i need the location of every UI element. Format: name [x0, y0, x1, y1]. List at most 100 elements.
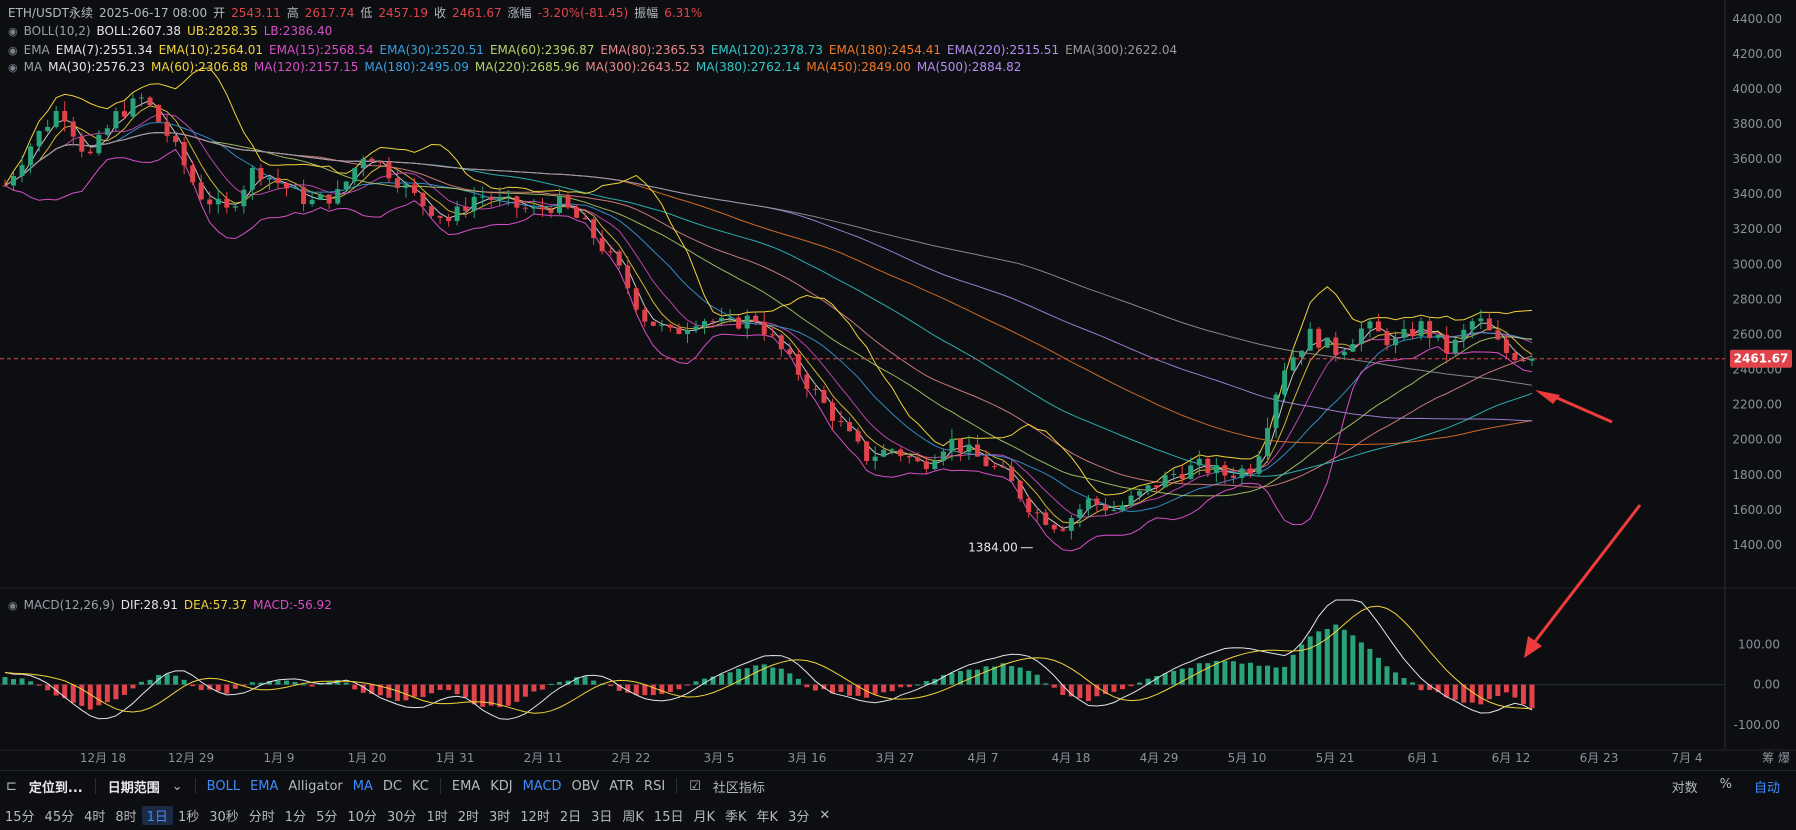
interval-1[interactable]: 45分 — [40, 806, 80, 825]
candle-body-90 — [770, 334, 776, 336]
interval-11[interactable]: 30分 — [382, 806, 422, 825]
interval-6[interactable]: 30秒 — [204, 806, 244, 825]
locate-button[interactable]: 定位到... — [23, 777, 89, 796]
change-label: 涨幅 — [507, 6, 532, 20]
candle-body-88 — [753, 315, 759, 322]
macd-bar-123 — [1051, 684, 1057, 688]
interval-23[interactable]: 3分 — [783, 806, 814, 825]
interval-14[interactable]: 3时 — [484, 806, 515, 825]
macd-bar-22 — [190, 684, 196, 687]
candle-body-89 — [761, 321, 767, 335]
ema-value-5: EMA(80):2365.53 — [600, 43, 705, 57]
macd-bar-126 — [1077, 684, 1083, 699]
interval-4[interactable]: 1日 — [141, 805, 173, 825]
macd-bar-150 — [1282, 666, 1288, 685]
interval-12[interactable]: 1时 — [421, 806, 452, 825]
interval-17[interactable]: 3日 — [586, 806, 617, 825]
log-scale-button[interactable]: 对数 — [1666, 777, 1704, 796]
interval-19[interactable]: 15日 — [649, 806, 689, 825]
eye-icon[interactable]: ◉ — [8, 599, 18, 612]
interval-10[interactable]: 10分 — [342, 806, 382, 825]
corner-label: 筹 爆 — [1762, 751, 1790, 765]
eye-icon[interactable]: ◉ — [8, 25, 18, 38]
interval-18[interactable]: 周K — [617, 806, 649, 825]
interval-15[interactable]: 12时 — [515, 806, 555, 825]
macd-bar-25 — [215, 684, 221, 691]
candle-body-84 — [719, 317, 725, 322]
interval-0[interactable]: 15分 — [0, 806, 40, 825]
ma-value-6: MA(380):2762.14 — [695, 60, 801, 74]
candle-body-44 — [377, 161, 383, 163]
macd-bar-20 — [173, 675, 179, 685]
community-indicators-button[interactable]: 社区指标 — [707, 777, 771, 796]
macd-bar-164 — [1401, 678, 1407, 685]
interval-8[interactable]: 1分 — [280, 806, 311, 825]
macd-bar-54 — [463, 684, 469, 698]
boll-lb: LB:2386.40 — [263, 24, 333, 38]
macd-bar-21 — [181, 679, 187, 685]
candle-body-3 — [28, 146, 34, 166]
macd-bar-62 — [531, 684, 537, 692]
macd-bar-64 — [548, 683, 554, 685]
candle-body-121 — [1034, 512, 1040, 514]
divider — [94, 778, 96, 794]
interval-20[interactable]: 月K — [688, 806, 720, 825]
candle-body-93 — [795, 354, 801, 375]
interval-22[interactable]: 年K — [752, 806, 784, 825]
sub-obv[interactable]: OBV — [567, 779, 605, 794]
ma-legend[interactable]: ◉ MA MA(30):2576.23 MA(60):2306.88 MA(120)… — [8, 60, 1021, 74]
interval-5[interactable]: 1秒 — [173, 806, 204, 825]
macd-bar-52 — [446, 684, 452, 691]
eye-icon[interactable]: ◉ — [8, 61, 18, 74]
sub-atr[interactable]: ATR — [604, 779, 639, 794]
macd-bar-85 — [727, 672, 733, 685]
overlay-alligator[interactable]: Alligator — [283, 779, 347, 794]
macd-bar-146 — [1247, 662, 1253, 685]
macd-bar-105 — [898, 684, 904, 688]
price-tick-5: 3400.00 — [1732, 187, 1782, 201]
close-icon[interactable]: ✕ — [814, 808, 835, 823]
chevron-down-icon[interactable]: ⌄ — [166, 779, 189, 794]
interval-7[interactable]: 分时 — [244, 806, 280, 825]
interval-2[interactable]: 4时 — [79, 806, 110, 825]
overlay-boll[interactable]: BOLL — [202, 779, 245, 794]
overlay-ma[interactable]: MA — [348, 779, 378, 794]
candle-body-100 — [855, 431, 861, 442]
ema-value-8: EMA(220):2515.51 — [947, 43, 1060, 57]
sub-kdj[interactable]: KDJ — [485, 779, 517, 794]
candle-body-82 — [702, 321, 708, 327]
sub-ema[interactable]: EMA — [447, 779, 485, 794]
candle-body-113 — [966, 444, 972, 453]
overlay-dc[interactable]: DC — [378, 779, 407, 794]
macd-legend[interactable]: ◉ MACD(12,26,9) DIF:28.91 DEA:57.37 MACD… — [8, 598, 332, 612]
overlay-ema[interactable]: EMA — [245, 779, 283, 794]
macd-bar-143 — [1222, 660, 1228, 685]
boll-legend[interactable]: ◉ BOLL(10,2) BOLL:2607.38 UB:2828.35 LB:… — [8, 24, 332, 38]
sub-rsi[interactable]: RSI — [639, 779, 670, 794]
date-range-button[interactable]: 日期范围 — [102, 777, 166, 796]
overlay-kc[interactable]: KC — [407, 779, 434, 794]
macd-bar-132 — [1128, 684, 1134, 687]
community-icon[interactable]: ☑ — [683, 779, 707, 794]
macd-bar-34 — [292, 681, 298, 685]
candle-body-71 — [608, 251, 614, 253]
candle-body-27 — [232, 206, 238, 208]
price-chart[interactable]: 4400.00 4200.00 4000.00 3800.00 3600.00 3400.… — [0, 0, 1796, 770]
macd-bar-121 — [1034, 674, 1040, 685]
sub-macd[interactable]: MACD — [518, 779, 567, 794]
interval-9[interactable]: 5分 — [311, 806, 342, 825]
ema-legend[interactable]: ◉ EMA EMA(7):2551.34 EMA(10):2564.01 EMA(1… — [8, 43, 1177, 57]
interval-13[interactable]: 2时 — [453, 806, 484, 825]
macd-bar-79 — [676, 684, 682, 690]
percent-scale-button[interactable]: % — [1714, 777, 1738, 796]
candle-body-17 — [147, 97, 153, 106]
macd-bar-81 — [693, 681, 699, 685]
interval-3[interactable]: 8时 — [110, 806, 141, 825]
auto-scale-button[interactable]: 自动 — [1748, 777, 1786, 796]
interval-21[interactable]: 季K — [720, 806, 752, 825]
eye-icon[interactable]: ◉ — [8, 44, 18, 57]
drawing-icon[interactable]: ⊏ — [0, 779, 23, 794]
macd-bar-10 — [87, 684, 93, 710]
candle-body-116 — [992, 466, 998, 468]
interval-16[interactable]: 2日 — [555, 806, 586, 825]
